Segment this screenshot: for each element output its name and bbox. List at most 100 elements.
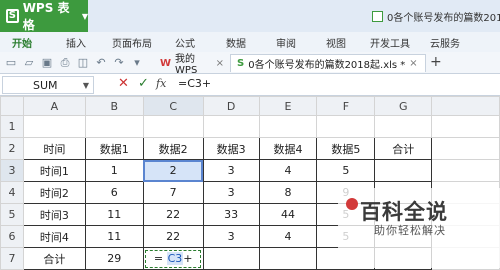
row-header[interactable]: 6 [0,225,24,248]
menu-view[interactable]: 视图 [326,35,346,50]
row-header[interactable]: 1 [0,115,24,138]
menu-review[interactable]: 审阅 [276,35,296,50]
corner-select-all[interactable] [0,96,24,116]
cell[interactable]: 时间 [22,137,86,160]
close-icon[interactable]: × [409,58,417,69]
app-name: WPS 表格 [22,1,70,32]
chevron-down-icon: ▼ [81,11,88,21]
cell[interactable]: 8 [258,181,318,204]
cell[interactable] [374,115,433,138]
cell-referenced[interactable]: 2 [142,159,204,182]
row-header[interactable]: 5 [0,203,24,226]
column-header[interactable]: G [374,96,433,116]
cell[interactable] [22,115,86,138]
cell[interactable]: 时间4 [22,225,86,248]
column-header[interactable]: F [316,96,376,116]
undo-icon[interactable]: ↶ [94,56,108,70]
cell[interactable]: 数据2 [142,137,204,160]
cell[interactable]: 3 [202,225,260,248]
ribbon-menu: 开始 插入 页面布局 公式 数据 审阅 视图 开发工具 云服务 [0,32,500,52]
cell[interactable]: 44 [258,203,318,226]
menu-home[interactable]: 开始 [12,35,32,50]
edit-cell-reference: C3 [166,252,184,265]
chevron-down-icon[interactable]: ▼ [83,81,89,90]
cell[interactable]: 1 [84,159,144,182]
cell[interactable]: 3 [202,181,260,204]
cell[interactable]: 11 [84,203,144,226]
wps-app-menu-button[interactable]: S WPS 表格 ▼ [0,0,88,32]
save-icon[interactable]: ▣ [40,56,54,70]
document-icon [372,11,383,22]
cell[interactable]: 7 [142,181,204,204]
cell[interactable]: 数据3 [202,137,260,160]
cell[interactable]: 3 [202,159,260,182]
new-file-icon[interactable]: ▭ [4,56,18,70]
column-header[interactable]: A [22,96,86,116]
new-tab-button[interactable]: + [430,54,442,70]
cell[interactable] [258,115,318,138]
cell[interactable]: 合计 [22,247,86,270]
cell[interactable]: 数据4 [258,137,318,160]
print-icon[interactable]: ⎙ [58,56,72,70]
column-header[interactable]: D [202,96,260,116]
column-header-empty[interactable] [431,96,500,116]
tab-document[interactable]: S 0各个账号发布的篇数2018起.xls * × [230,54,426,72]
cell[interactable]: 时间1 [22,159,86,182]
cell[interactable] [84,115,144,138]
wps-heart-icon: W [160,57,172,69]
close-icon[interactable]: × [216,58,224,69]
cell[interactable]: 22 [142,203,204,226]
dropdown-icon[interactable]: ▾ [130,56,144,70]
cell[interactable]: 时间2 [22,181,86,204]
cell[interactable]: 4 [258,225,318,248]
tab-my-wps[interactable]: W 我的WPS × [154,54,230,76]
row-header[interactable]: 2 [0,137,24,160]
cell[interactable]: 数据5 [316,137,376,160]
cell[interactable] [202,115,260,138]
menu-insert[interactable]: 插入 [66,35,86,50]
cell[interactable] [431,137,500,160]
row-header[interactable]: 7 [0,247,24,270]
cell-editing[interactable]: = C3+ [142,247,204,270]
menu-developer[interactable]: 开发工具 [370,35,410,50]
cell[interactable]: 29 [84,247,144,270]
cell[interactable]: 数据1 [84,137,144,160]
cell[interactable]: 时间3 [22,203,86,226]
watermark-subtitle: 助你轻松解决 [374,224,446,237]
menu-page-layout[interactable]: 页面布局 [112,35,152,50]
menu-cloud[interactable]: 云服务 [430,35,460,50]
cell[interactable] [374,159,433,182]
menu-formulas[interactable]: 公式 [175,35,195,50]
cell[interactable] [316,115,376,138]
cell[interactable]: 4 [258,159,318,182]
row-header[interactable]: 3 [0,159,24,182]
window-title: 0各个账号发布的篇数2018起 [372,9,500,24]
name-box[interactable]: SUM ▼ [2,76,94,94]
redo-icon[interactable]: ↷ [112,56,126,70]
name-box-value: SUM [33,78,58,92]
cell[interactable]: 合计 [374,137,433,160]
wps-logo-icon: S [6,9,19,23]
edit-suffix: + [183,252,193,265]
cell[interactable]: 6 [84,181,144,204]
insert-function-button[interactable]: fx [156,77,166,90]
cell[interactable] [431,115,500,138]
cell[interactable] [142,115,204,138]
cell[interactable]: 22 [142,225,204,248]
row-header[interactable]: 4 [0,181,24,204]
formula-input[interactable]: =C3+ [178,77,211,90]
column-header[interactable]: B [84,96,144,116]
cell[interactable]: 5 [316,159,376,182]
open-folder-icon[interactable]: ▱ [22,56,36,70]
confirm-icon[interactable]: ✓ [138,76,149,91]
cell[interactable] [202,247,260,270]
cell[interactable] [431,159,500,182]
column-header[interactable]: E [258,96,318,116]
cell[interactable] [258,247,318,270]
column-header[interactable]: C [142,96,204,116]
cell[interactable]: 11 [84,225,144,248]
menu-data[interactable]: 数据 [226,35,246,50]
print-preview-icon[interactable]: ◫ [76,56,90,70]
cell[interactable]: 33 [202,203,260,226]
cancel-icon[interactable]: ✕ [118,76,129,91]
